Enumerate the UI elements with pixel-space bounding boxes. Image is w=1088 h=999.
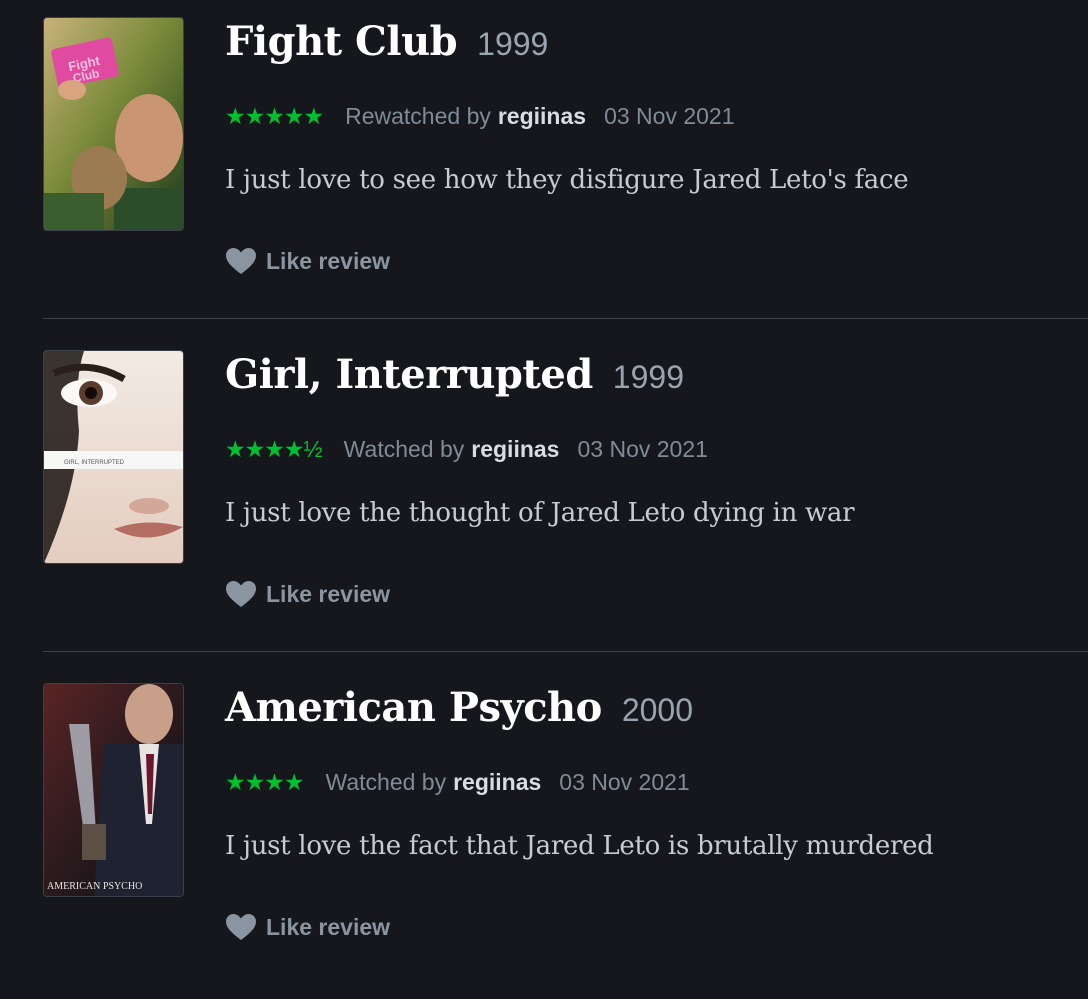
title-row: American Psycho 2000 <box>225 684 693 738</box>
film-year[interactable]: 1999 <box>477 26 548 63</box>
star-rating: ★★★★ <box>225 768 304 795</box>
like-review-label: Like review <box>266 913 391 940</box>
film-title[interactable]: Girl, Interrupted <box>225 351 593 398</box>
star-rating: ★★★★★ <box>225 102 324 129</box>
username-link[interactable]: regiinas <box>498 103 586 130</box>
activity-label: Watched by <box>325 768 447 795</box>
like-review-button[interactable]: Like review <box>224 246 390 276</box>
film-year[interactable]: 1999 <box>613 359 684 396</box>
poster-fight-club[interactable]: Fight Club <box>43 17 184 231</box>
heart-icon <box>224 912 258 942</box>
poster-image: Fight Club <box>44 18 183 230</box>
star-rating: ★★★★½ <box>225 435 323 462</box>
like-review-label: Like review <box>266 247 391 274</box>
like-review-button[interactable]: Like review <box>224 912 390 942</box>
svg-text:GIRL, INTERRUPTED: GIRL, INTERRUPTED <box>64 460 125 466</box>
review-text: I just love the fact that Jared Leto is … <box>225 831 934 861</box>
activity-label: Watched by <box>343 435 465 462</box>
divider <box>43 318 1088 319</box>
poster-image: GIRL, INTERRUPTED <box>44 351 183 563</box>
review-date[interactable]: 03 Nov 2021 <box>559 769 689 796</box>
review-date[interactable]: 03 Nov 2021 <box>604 103 734 130</box>
like-review-label: Like review <box>266 580 391 607</box>
poster-girl-interrupted[interactable]: GIRL, INTERRUPTED <box>43 350 184 564</box>
review-text: I just love the thought of Jared Leto dy… <box>225 498 855 528</box>
heart-icon <box>224 246 258 276</box>
review-item: AMERICAN PSYCHO American Psycho 2000 ★★★… <box>0 666 1088 999</box>
divider <box>43 651 1088 652</box>
poster-american-psycho[interactable]: AMERICAN PSYCHO <box>43 683 184 897</box>
review-item: Fight Club Fight Club 1999 ★★★★★ Rewatch… <box>0 0 1088 333</box>
title-row: Fight Club 1999 <box>225 18 548 72</box>
review-meta: ★★★★ Watched by regiinas 03 Nov 2021 <box>225 766 690 798</box>
svg-text:AMERICAN PSYCHO: AMERICAN PSYCHO <box>47 881 142 892</box>
heart-icon <box>224 579 258 609</box>
review-item: GIRL, INTERRUPTED Girl, Interrupted 1999… <box>0 333 1088 666</box>
film-title[interactable]: Fight Club <box>225 18 458 65</box>
username-link[interactable]: regiinas <box>471 436 559 463</box>
film-year[interactable]: 2000 <box>622 692 693 729</box>
review-text: I just love to see how they disfigure Ja… <box>225 165 909 195</box>
title-row: Girl, Interrupted 1999 <box>225 351 684 405</box>
review-meta: ★★★★★ Rewatched by regiinas 03 Nov 2021 <box>225 100 735 132</box>
poster-image: AMERICAN PSYCHO <box>44 684 183 896</box>
like-review-button[interactable]: Like review <box>224 579 390 609</box>
review-date[interactable]: 03 Nov 2021 <box>577 436 707 463</box>
username-link[interactable]: regiinas <box>453 769 541 796</box>
film-title[interactable]: American Psycho <box>225 684 602 731</box>
review-meta: ★★★★½ Watched by regiinas 03 Nov 2021 <box>225 433 708 465</box>
activity-label: Rewatched by <box>345 102 491 129</box>
